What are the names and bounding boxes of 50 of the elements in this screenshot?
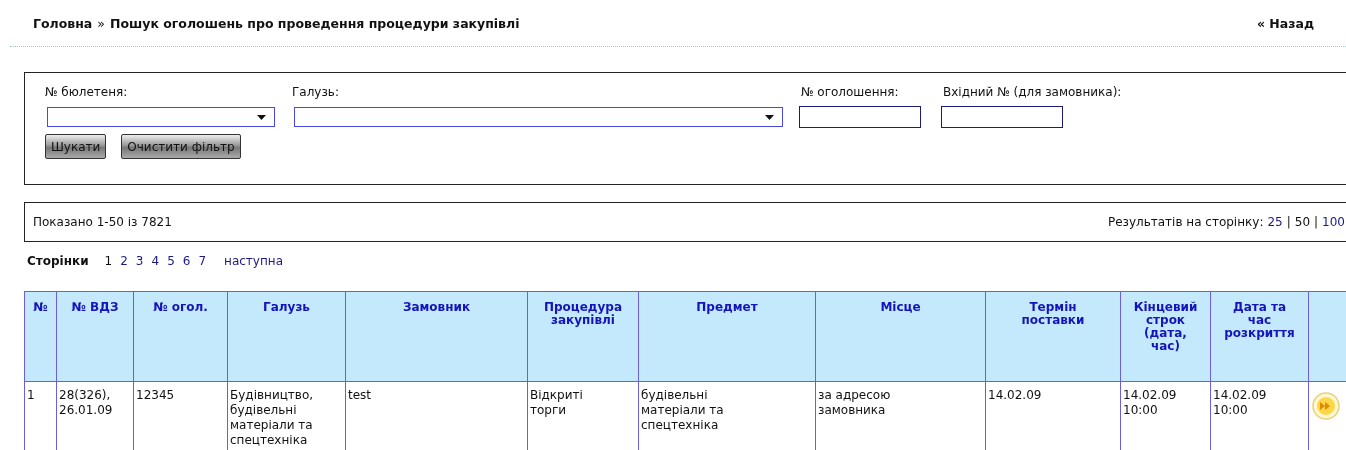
field-label: Галузь: — [292, 85, 340, 99]
column-header: № ВДЗ — [56, 291, 134, 382]
per-page-link[interactable]: 25 — [1267, 215, 1283, 229]
text-field[interactable] — [941, 106, 1063, 128]
dropdown-arrow-icon — [765, 115, 774, 120]
column-header: № — [24, 291, 57, 382]
breadcrumb-separator: » — [97, 15, 105, 31]
option-separator: | — [1286, 215, 1291, 229]
per-page-current: 50 — [1294, 215, 1311, 229]
per-page-link[interactable]: 100 — [1322, 215, 1345, 229]
pages-label: Сторінки — [27, 254, 89, 268]
results-count: Показано 1-50 із 7821 — [33, 215, 172, 229]
current-page: 1 — [104, 254, 113, 268]
next-page-link[interactable]: наступна — [224, 254, 283, 268]
column-header: Місце — [815, 291, 986, 382]
column-header: Термін поставки — [985, 291, 1121, 382]
page-link[interactable]: 2 — [120, 254, 128, 268]
table-cell: Відкриті торги — [527, 381, 639, 450]
column-header: Кінцевий строк (дата, час) — [1120, 291, 1211, 382]
table-cell: будівельні матеріали та спецтехніка — [638, 381, 816, 450]
field-label: № бюлетеня: — [45, 85, 129, 99]
field-label: Вхідний № (для замовника): — [943, 85, 1123, 99]
back-link[interactable]: « Назад — [1256, 15, 1314, 31]
text-field[interactable] — [799, 106, 921, 128]
page-title: Пошук оголошень про проведення процедури закупівлі — [109, 15, 520, 31]
column-header: Галузь — [227, 291, 346, 382]
dropdown-arrow-icon — [257, 115, 266, 120]
dropdown-field[interactable] — [294, 107, 783, 127]
page-link[interactable]: 5 — [167, 254, 175, 268]
page-link[interactable]: 3 — [135, 254, 144, 268]
column-header: Замовник — [345, 291, 528, 382]
column-header: Процедура закупівлі — [527, 291, 639, 382]
option-separator: | — [1314, 215, 1319, 229]
page-link[interactable]: 4 — [151, 254, 160, 268]
fast-forward-icon[interactable] — [1311, 392, 1340, 420]
search-button[interactable]: Шукати — [45, 134, 107, 159]
home-link[interactable]: Головна — [33, 15, 93, 31]
column-header: № огол. — [133, 291, 228, 382]
per-page-label: Результатів на сторінку: — [1107, 215, 1264, 229]
page-link[interactable]: 7 — [198, 254, 207, 268]
dropdown-field[interactable] — [47, 107, 275, 127]
table-cell: Будівництво, будівельні матеріали та спецтехніка — [227, 381, 346, 450]
clear-filter-button[interactable]: Очистити фільтр — [121, 134, 241, 159]
table-cell: test — [345, 381, 528, 450]
column-header: Предмет — [638, 291, 816, 382]
page-link[interactable]: 6 — [182, 254, 191, 268]
table-cell: 1 — [24, 381, 57, 450]
field-label: № оголошення: — [801, 85, 900, 99]
table-cell: за адресою замовника — [815, 381, 986, 450]
column-header: Дата та час розкриття — [1210, 291, 1309, 382]
